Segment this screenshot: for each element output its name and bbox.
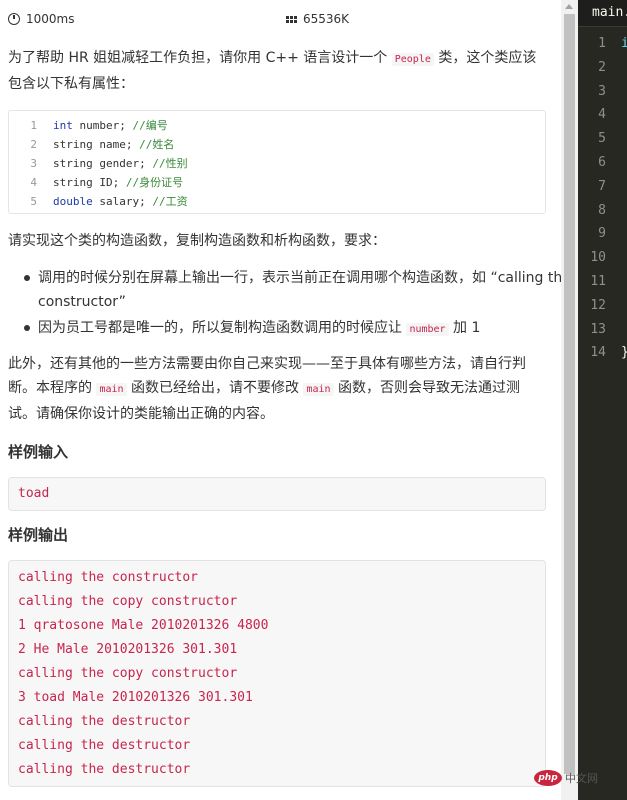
intro-paragraph: 为了帮助 HR 姐姐减轻工作负担，请你用 C++ 语言设计一个 People 类… (8, 50, 537, 92)
editor-line-number: 3 (598, 83, 606, 99)
code-line-number: 1 (30, 119, 37, 132)
editor-line-number: 8 (598, 202, 606, 218)
code-comment: //性别 (152, 157, 188, 170)
requirements-list: 调用的时候分别在屏幕上输出一行，表示当前正在调用哪个构造函数，如 “callin… (8, 266, 561, 344)
sample-input-heading: 样例输入 (8, 443, 69, 461)
sample-line: calling the destructor (18, 738, 191, 753)
memory-limit-value: 65536K (303, 12, 350, 26)
editor-line-number: 2 (598, 59, 606, 75)
editor-line-1[interactable]: i (621, 32, 627, 56)
code-identifier: number; (72, 119, 133, 132)
limits-bar: 1000ms 65536K (8, 12, 545, 32)
code-identifier: gender; (92, 157, 153, 170)
code-line: 4 string ID; //身份证号 (9, 173, 545, 192)
code-comment: //工资 (152, 195, 188, 208)
requirements-intro: 请实现这个类的构造函数，复制构造函数和析构函数，要求： (8, 233, 386, 249)
code-type: string (53, 176, 93, 189)
sample-output-heading: 样例输出 (8, 526, 69, 544)
scrollbar-thumb[interactable] (564, 14, 575, 774)
sample-line: calling the destructor (18, 714, 191, 729)
sample-line: toad (18, 486, 50, 501)
inline-code-number: number (406, 323, 449, 336)
editor-line-number: 4 (598, 107, 606, 123)
editor-line-number: 12 (590, 297, 606, 313)
sample-line: 3 toad Male 2010201326 301.301 (18, 690, 253, 705)
scroll-up-arrow-icon[interactable] (565, 4, 573, 9)
code-comment: //姓名 (139, 138, 175, 151)
code-type: string (53, 138, 93, 151)
inline-code-main: main (303, 383, 334, 396)
sample-input-box: toad (8, 477, 546, 511)
line-number-gutter: 1 2 3 4 5 6 7 8 9 10 11 12 13 14 (578, 32, 606, 365)
code-line: 1 int number; //编号 (9, 116, 545, 135)
time-limit-value: 1000ms (26, 12, 75, 26)
site-watermark: php 中文网 (534, 770, 598, 786)
php-logo: php (534, 770, 562, 786)
editor-line-number: 11 (590, 273, 606, 289)
code-line: 3 string gender; //性别 (9, 154, 545, 173)
inline-code-main: main (96, 383, 127, 396)
sample-line: calling the constructor (18, 570, 199, 585)
problem-panel: 1000ms 65536K 为了帮助 HR 姐姐减轻工作负担，请你用 C++ 语… (0, 0, 561, 800)
sample-line: 1 qratosone Male 2010201326 4800 (18, 618, 269, 633)
editor-code-area[interactable]: i } (621, 32, 627, 365)
code-identifier: ID; (92, 176, 126, 189)
code-line: 5 double salary; //工资 (9, 192, 545, 211)
tab-main-file[interactable]: main.c (578, 0, 627, 27)
editor-line-number: 1 (598, 36, 606, 51)
problem-scrollbar[interactable] (561, 0, 578, 800)
code-editor[interactable]: main.c 1234567891011121314 i } (578, 0, 627, 800)
code-line-number: 5 (30, 195, 37, 208)
code-line-number: 2 (30, 138, 37, 151)
code-type: string (53, 157, 93, 170)
code-comment: //身份证号 (125, 176, 184, 189)
editor-line-number: 10 (590, 250, 606, 266)
sample-line: calling the copy constructor (18, 594, 238, 609)
watermark-text: 中文网 (565, 772, 598, 785)
editor-line-number: 7 (598, 178, 606, 194)
sample-line: calling the copy constructor (18, 666, 238, 681)
code-comment: //编号 (132, 119, 168, 132)
inline-code-people: People (391, 53, 434, 66)
memory-limit: 65536K (286, 12, 349, 26)
requirement-item: 调用的时候分别在屏幕上输出一行，表示当前正在调用哪个构造函数，如 “callin… (24, 266, 561, 314)
time-limit: 1000ms (8, 12, 74, 26)
code-type: int (53, 119, 73, 132)
code-type: double (53, 195, 93, 208)
memory-icon (286, 15, 297, 23)
editor-line-number: 6 (598, 154, 606, 170)
editor-line-number: 13 (590, 321, 606, 337)
sample-line: 2 He Male 2010201326 301.301 (18, 642, 238, 657)
code-identifier: name; (92, 138, 140, 151)
editor-line-14[interactable]: } (621, 341, 627, 365)
code-line: 2 string name; //姓名 (9, 135, 545, 154)
attributes-code-block: 1 int number; //编号 2 string name; //姓名 3 stri… (8, 110, 546, 214)
clock-icon (8, 13, 20, 25)
sample-output-box: calling the constructor calling the copy … (8, 560, 546, 787)
note-paragraph: 此外，还有其他的一些方法需要由你自己来实现——至于具体有哪些方法，请自行判断。本… (8, 356, 526, 422)
code-identifier: salary; (92, 195, 153, 208)
code-line-number: 4 (30, 176, 37, 189)
code-line-number: 3 (30, 157, 37, 170)
sample-line: calling the destructor (18, 762, 191, 777)
requirement-item: 因为员工号都是唯一的，所以复制构造函数调用的时候应让 number 加 1 (24, 316, 561, 342)
editor-line-number: 9 (598, 226, 606, 242)
editor-line-number: 14 (590, 345, 606, 361)
editor-line-number: 5 (598, 131, 606, 147)
